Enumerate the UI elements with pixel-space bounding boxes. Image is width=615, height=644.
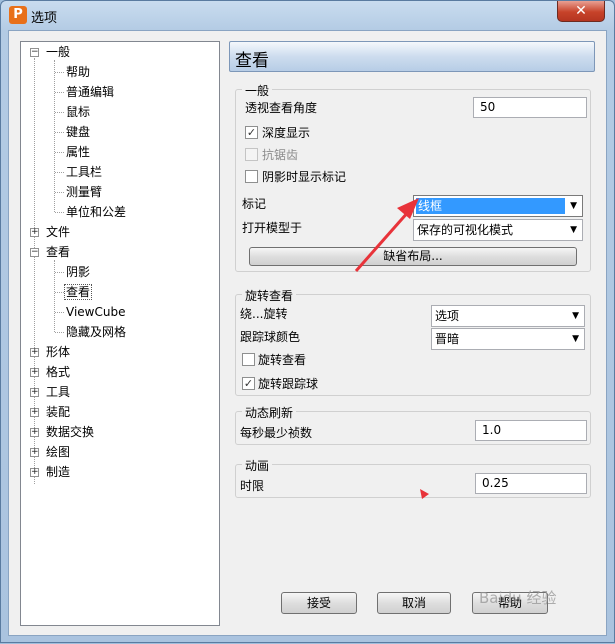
annotation-arrow	[354, 198, 429, 499]
watermark: Baidu 经验	[479, 589, 557, 607]
options-dialog: P 选项 ✕ − 一般 帮助 普通编辑 鼠标 键盘 属性 工具栏 测量臂 单位和…	[0, 0, 615, 643]
annotation-arrow-shaft	[354, 210, 411, 272]
annotation-arrow-head	[397, 198, 419, 219]
annotation-mark	[420, 489, 429, 499]
